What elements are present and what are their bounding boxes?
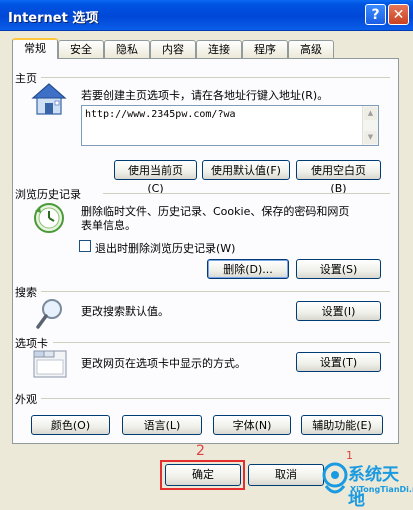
use-current-page-button[interactable]: 使用当前页(C)	[114, 160, 197, 195]
step-number-ok: 2	[196, 443, 205, 459]
tab-security[interactable]: 安全	[58, 40, 104, 58]
use-blank-button[interactable]: 使用空白页(B)	[296, 160, 381, 195]
tab-general[interactable]: 常规	[12, 38, 58, 59]
delete-history-on-exit-checkbox[interactable]	[79, 240, 91, 252]
tab-programs[interactable]: 程序	[242, 40, 288, 58]
tab-connections[interactable]: 连接	[196, 40, 242, 58]
tab-content[interactable]: 内容	[150, 40, 196, 58]
scroll-up-icon[interactable]: ▲	[364, 107, 377, 120]
history-section-label: 浏览历史记录	[15, 188, 81, 201]
section-divider	[41, 291, 390, 292]
section-divider	[53, 342, 390, 343]
homepage-url-textarea[interactable]: http://www.2345pw.com/?wa ▲ ▼	[81, 105, 379, 146]
magnifier-icon	[36, 299, 62, 329]
tab-advanced[interactable]: 高级	[288, 40, 334, 58]
tabbed-window-icon	[33, 350, 67, 378]
history-clock-icon	[34, 203, 64, 233]
tabs-settings-button[interactable]: 设置(T)	[296, 352, 381, 372]
accessibility-button[interactable]: 辅助功能(E)	[301, 415, 383, 435]
section-divider	[41, 398, 390, 399]
scroll-down-icon[interactable]: ▼	[364, 131, 377, 144]
help-button[interactable]: ?	[365, 4, 386, 25]
section-divider	[41, 77, 390, 78]
homepage-url-value: http://www.2345pw.com/?wa	[85, 109, 236, 120]
delete-history-on-exit-label[interactable]: 退出时删除浏览历史记录(W)	[95, 240, 235, 256]
search-section-label: 搜索	[15, 286, 37, 299]
delete-history-button[interactable]: 删除(D)...	[207, 259, 289, 279]
close-button[interactable]: ✕	[388, 4, 409, 25]
history-settings-button[interactable]: 设置(S)	[296, 259, 381, 279]
history-description-line2: 表单信息。	[81, 219, 136, 232]
section-divider	[103, 193, 390, 194]
colors-button[interactable]: 颜色(O)	[31, 415, 110, 435]
appearance-section-label: 外观	[15, 393, 37, 406]
search-settings-button[interactable]: 设置(I)	[296, 301, 381, 321]
watermark-logo: 系统天地 XiTongTianDi.net	[320, 458, 413, 510]
use-default-button[interactable]: 使用默认值(F)	[202, 160, 290, 180]
search-description: 更改搜索默认值。	[81, 305, 169, 318]
homepage-description: 若要创建主页选项卡，请在各地址行键入地址(R)。	[81, 89, 329, 102]
tabs-description: 更改网页在选项卡中显示的方式。	[81, 357, 246, 370]
cancel-button[interactable]: 取消	[248, 464, 324, 486]
fonts-button[interactable]: 字体(N)	[213, 415, 291, 435]
watermark-emblem-icon	[322, 462, 348, 494]
house-icon	[31, 83, 67, 115]
watermark-subtitle: XiTongTianDi.net	[350, 485, 413, 494]
title-bar[interactable]: Internet 选项 ? ✕	[0, 0, 413, 31]
languages-button[interactable]: 语言(L)	[122, 415, 202, 435]
tab-privacy[interactable]: 隐私	[104, 40, 150, 58]
window-title: Internet 选项	[8, 11, 99, 26]
general-tab-panel: 主页 若要创建主页选项卡，请在各地址行键入地址(R)。 http://www.2…	[12, 58, 399, 444]
textarea-scrollbar[interactable]: ▲ ▼	[362, 106, 378, 145]
ok-button[interactable]: 确定	[165, 464, 241, 486]
